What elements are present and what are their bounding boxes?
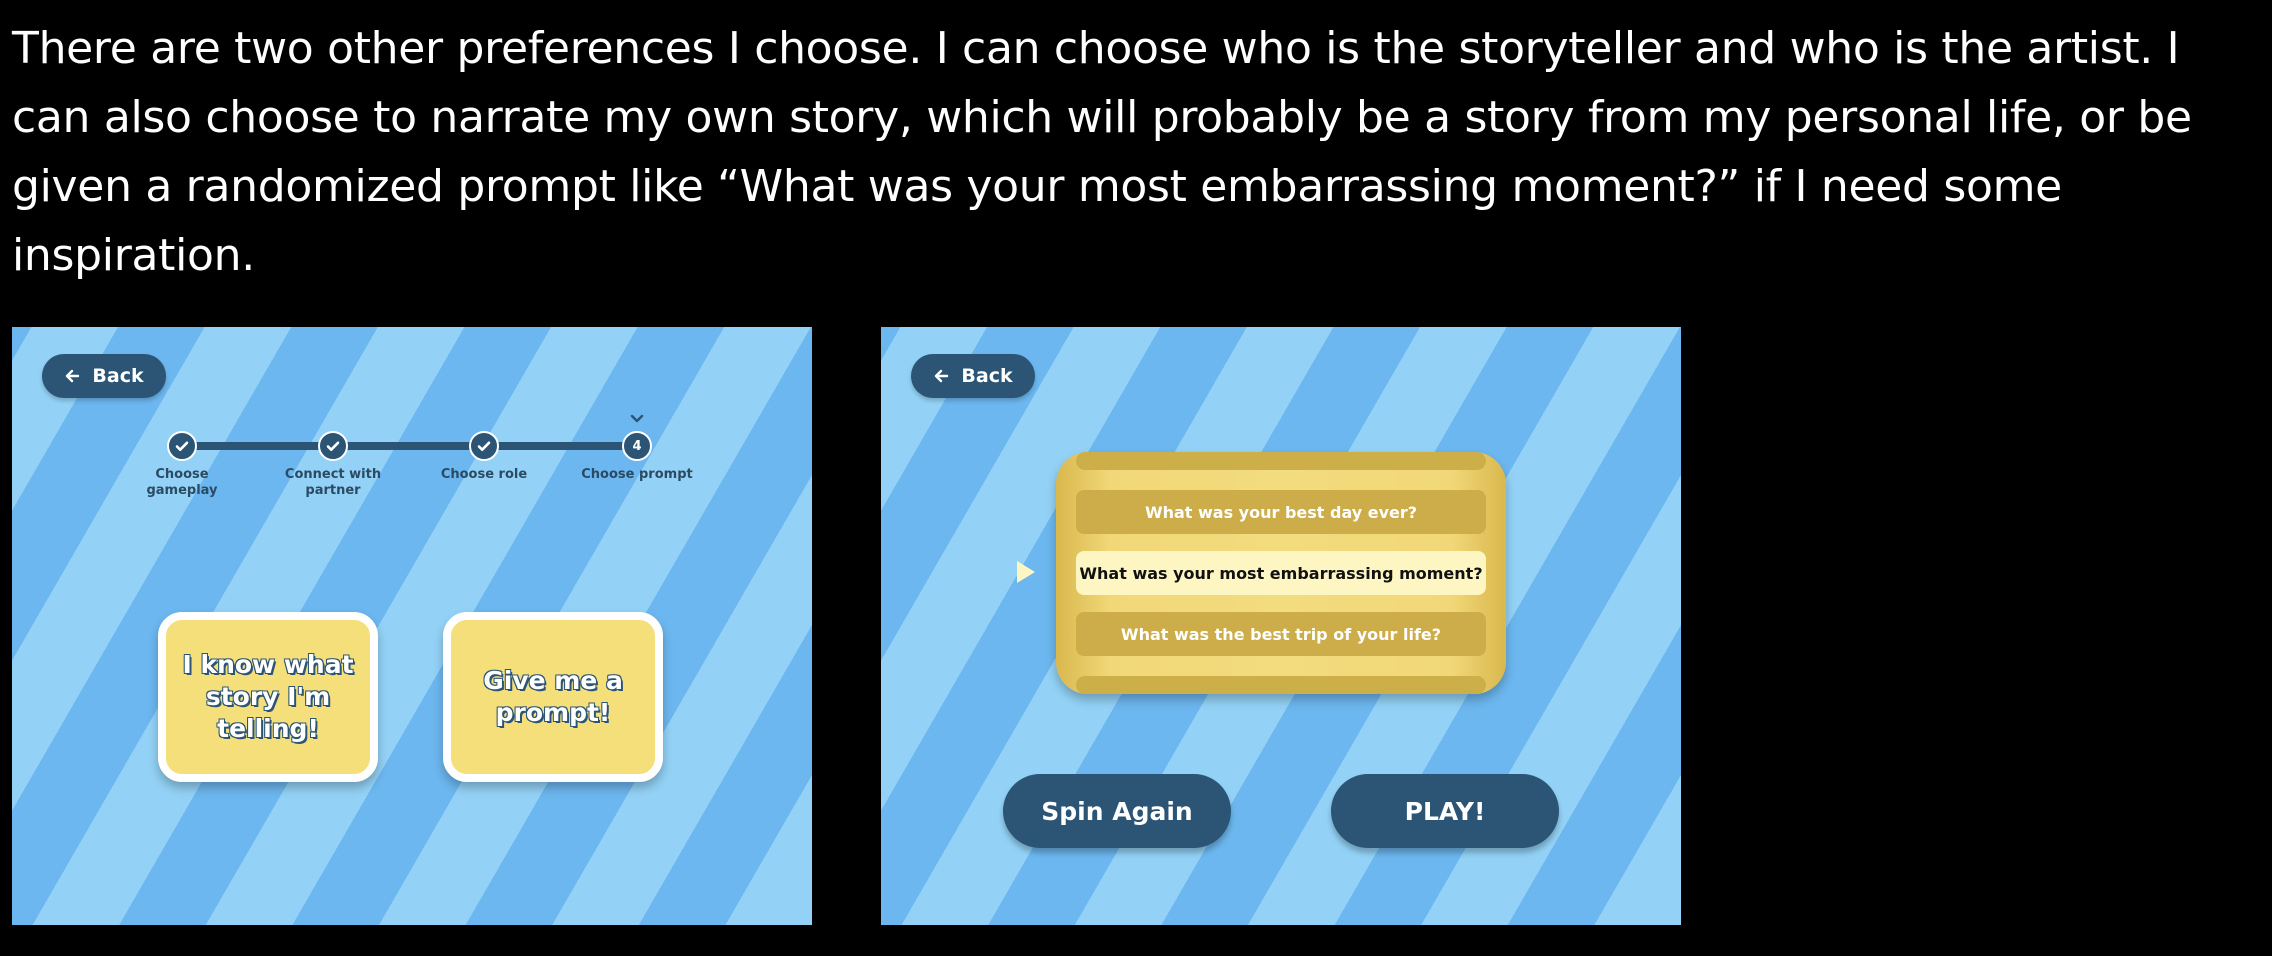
check-icon bbox=[326, 441, 340, 451]
back-label: Back bbox=[92, 365, 144, 387]
give-prompt-card[interactable]: Give me a prompt! bbox=[443, 612, 663, 782]
spinner-prompt: What was your best day ever? bbox=[1076, 490, 1486, 534]
step-label-gameplay: Choose gameplay bbox=[146, 467, 218, 498]
step-3-dot bbox=[469, 431, 499, 461]
spinner-prompt: What was the best trip of your life? bbox=[1076, 612, 1486, 656]
back-button[interactable]: Back bbox=[42, 354, 166, 398]
spin-again-button[interactable]: Spin Again bbox=[1003, 774, 1231, 848]
step-1-dot bbox=[167, 431, 197, 461]
give-prompt-label: Give me a prompt! bbox=[483, 665, 624, 727]
prompt-spinner-screen: Back What was your best day ever? What w… bbox=[881, 327, 1681, 925]
back-label: Back bbox=[961, 365, 1013, 387]
step-2-dot bbox=[318, 431, 348, 461]
play-button[interactable]: PLAY! bbox=[1331, 774, 1559, 848]
triangle-pointer-icon bbox=[1017, 561, 1035, 583]
check-icon bbox=[175, 441, 189, 451]
own-story-card[interactable]: I know what story I'm telling! bbox=[158, 612, 378, 782]
check-icon bbox=[477, 441, 491, 451]
spinner-selected-prompt: What was your most embarrassing moment? bbox=[1076, 551, 1486, 595]
chevron-down-icon bbox=[630, 414, 644, 423]
back-button[interactable]: Back bbox=[911, 354, 1035, 398]
prompt-spinner: What was your best day ever? What was yo… bbox=[1056, 452, 1506, 694]
intro-paragraph: There are two other preferences I choose… bbox=[12, 23, 2192, 281]
step-label-role: Choose role bbox=[440, 467, 528, 482]
spinner-bottom-edge bbox=[1076, 676, 1486, 694]
progress-line bbox=[182, 442, 642, 450]
own-story-label: I know what story I'm telling! bbox=[182, 649, 354, 743]
arrow-left-icon bbox=[935, 369, 949, 383]
step-4-dot: 4 bbox=[622, 431, 652, 461]
choose-prompt-screen: Back 4 Choose gameplay Connect with part… bbox=[12, 327, 812, 925]
step-label-prompt: Choose prompt bbox=[581, 467, 693, 482]
step-label-connect: Connect with partner bbox=[284, 467, 382, 498]
arrow-left-icon bbox=[66, 369, 80, 383]
spinner-top-edge bbox=[1076, 452, 1486, 470]
